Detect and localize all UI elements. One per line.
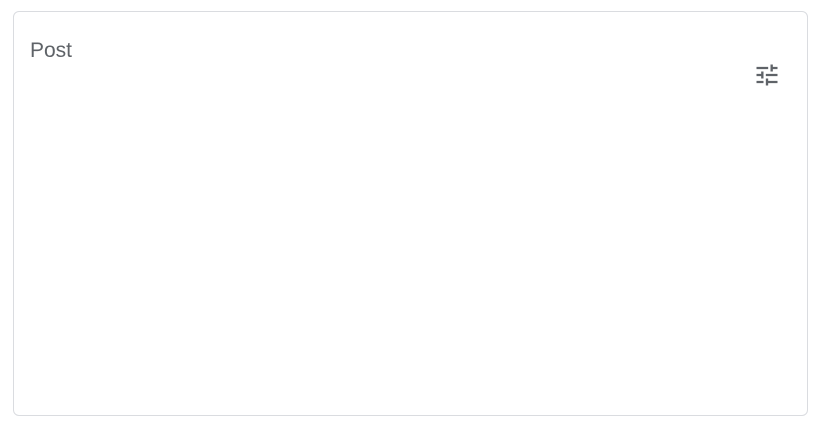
tune-icon [756,64,778,86]
filter-button[interactable] [747,55,787,95]
card-title: Post [30,39,73,62]
post-card: Post [13,11,808,416]
